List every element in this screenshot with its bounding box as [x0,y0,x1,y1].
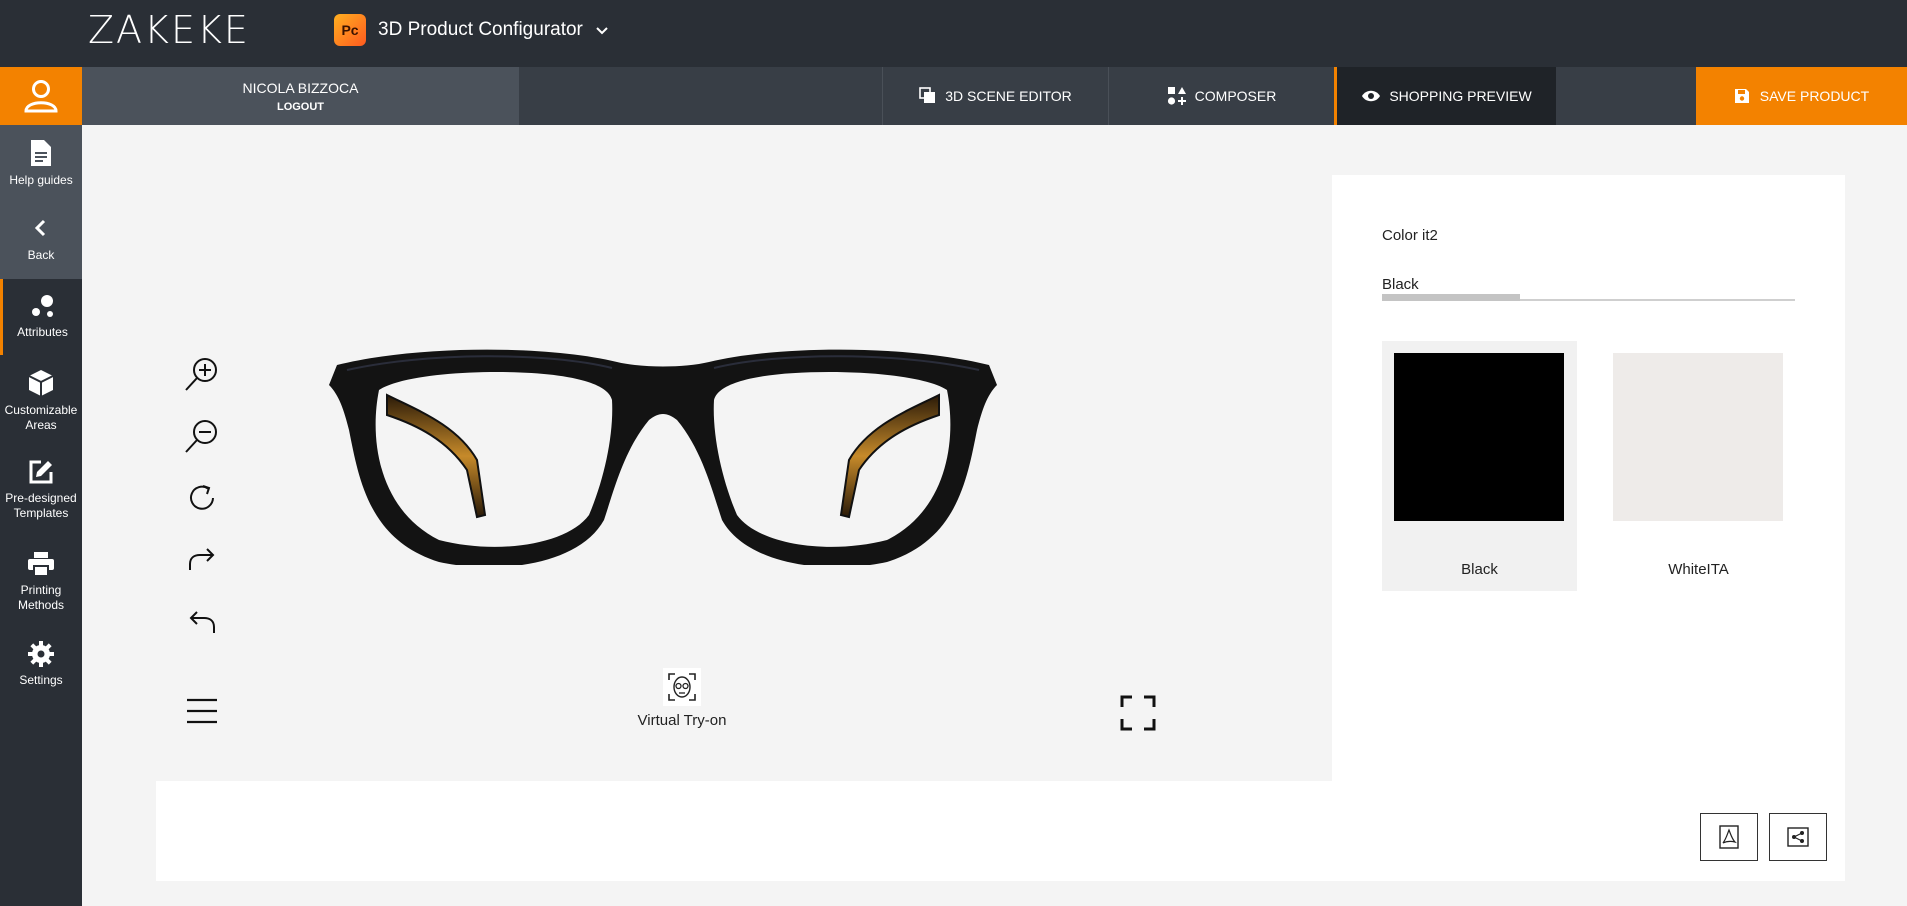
sidebar-item-customizable-areas[interactable]: Customizable Areas [0,355,82,445]
scene-editor-label: 3D SCENE EDITOR [945,88,1072,104]
sidebar-item-label: Printing Methods [17,583,65,612]
eyeglasses-3d-model[interactable] [327,340,999,565]
sidebar-item-label: Pre-designed Templates [5,491,77,520]
save-product-label: SAVE PRODUCT [1759,88,1870,104]
save-product-button[interactable]: SAVE PRODUCT [1696,67,1907,125]
shopping-preview-button[interactable]: SHOPPING PREVIEW [1334,67,1556,125]
face-glasses-icon [663,668,701,706]
composer-button[interactable]: COMPOSER [1108,67,1334,125]
color-option-black[interactable]: Black [1382,341,1577,591]
app-switcher[interactable]: Pc 3D Product Configurator [334,14,609,46]
share-icon [1787,827,1809,847]
hamburger-menu-icon [187,698,217,724]
zoom-out-button[interactable] [182,416,222,456]
pdf-download-button[interactable] [1700,813,1758,861]
zakeke-logo: ZAKEKE [88,8,250,52]
user-name: NICOLA BIZZOCA [242,79,359,96]
edit-icon [29,460,53,484]
floppy-disk-icon [1734,89,1749,103]
fullscreen-icon[interactable] [1118,693,1158,733]
zoom-out-icon [185,420,217,453]
shopping-preview-label: SHOPPING PREVIEW [1389,88,1532,104]
attributes-icon [31,295,53,317]
user-icon [24,80,58,113]
zoom-in-button[interactable] [182,354,222,394]
virtual-tryon-button[interactable]: Virtual Try-on [622,668,742,729]
color-option-label: WhiteITA [1668,561,1729,578]
product-viewer[interactable]: Virtual Try-on [82,125,1332,781]
logout-link[interactable]: LOGOUT [277,101,324,113]
sidebar-item-label: Customizable Areas [4,403,78,432]
pdf-icon [1719,825,1739,849]
undo-icon [189,611,215,633]
scene-editor-button[interactable]: 3D SCENE EDITOR [882,67,1108,125]
cube-icon [28,370,54,396]
attribute-title: Color it2 [1382,227,1438,244]
gear-icon [28,641,54,667]
sidebar-item-printing-methods[interactable]: Printing Methods [0,537,82,627]
user-info: NICOLA BIZZOCA LOGOUT [82,67,519,125]
menu-button[interactable] [182,691,222,731]
chevron-left-icon [34,219,46,237]
color-option-label: Black [1461,561,1498,578]
sidebar-item-settings[interactable]: Settings [0,627,82,703]
sidebar-item-label: Settings [19,673,63,687]
color-swatch [1613,353,1783,521]
shapes-icon [1167,87,1186,105]
sidebar-item-label: Attributes [17,325,68,339]
option-group-tab[interactable]: Black [1382,276,1419,293]
sidebar-item-pre-designed-templates[interactable]: Pre-designed Templates [0,445,82,537]
refresh-icon [190,485,214,510]
top-bar: ZAKEKE Pc 3D Product Configurator [0,0,1907,67]
sidebar-item-attributes[interactable]: Attributes [0,279,82,355]
color-option-whiteita[interactable]: WhiteITA [1601,341,1796,591]
app-badge: Pc [334,14,366,46]
user-avatar-tab[interactable] [0,67,90,125]
eye-icon [1362,90,1381,102]
tab-active-indicator [1382,294,1520,301]
sub-bar: NICOLA BIZZOCA LOGOUT 3D SCENE EDITOR CO… [0,67,1907,125]
sidebar-item-label: Back [27,248,55,262]
left-sidebar: Help guides Back Attributes Customizable… [0,125,82,906]
layers-icon [919,87,936,103]
undo-button[interactable] [182,603,222,643]
sidebar-item-back[interactable]: Back [0,202,82,279]
app-title: 3D Product Configurator [378,19,583,40]
redo-button[interactable] [182,540,222,580]
reset-view-button[interactable] [182,478,222,518]
composer-label: COMPOSER [1194,88,1277,104]
chevron-down-icon [596,27,608,35]
bottom-toolbar [156,781,1845,881]
attribute-panel: Color it2 Black Black WhiteITA [1332,175,1845,781]
share-button[interactable] [1769,813,1827,861]
printer-icon [28,552,54,577]
sidebar-item-label: Help guides [9,173,73,187]
virtual-tryon-label: Virtual Try-on [637,712,727,729]
document-icon [31,140,51,166]
color-swatch [1394,353,1564,521]
redo-icon [189,548,215,570]
sidebar-item-help-guides[interactable]: Help guides [0,125,82,202]
zoom-in-icon [185,358,217,391]
